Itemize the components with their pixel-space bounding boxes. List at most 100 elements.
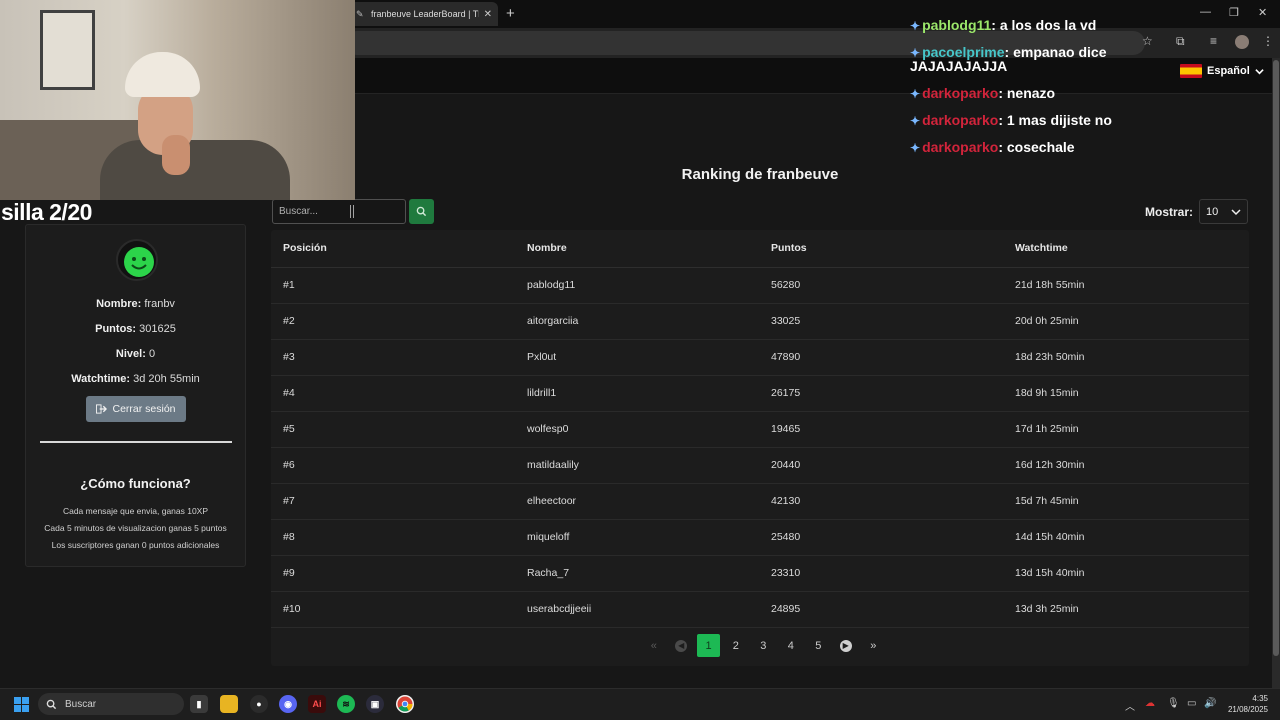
taskbar-search[interactable]: Buscar xyxy=(38,693,184,715)
previous-page-icon: ◀ xyxy=(675,639,688,652)
table-row: #8 miqueloff 25480 14d 15h 40min xyxy=(271,519,1249,556)
microphone-icon[interactable]: 🎙 xyxy=(1167,698,1180,709)
page-button-3[interactable]: 3 xyxy=(750,634,778,657)
first-page-icon[interactable]: « xyxy=(640,634,668,657)
points-cell: 20440 xyxy=(759,447,1003,484)
points-cell: 19465 xyxy=(759,411,1003,448)
illustrator-icon[interactable]: Ai xyxy=(308,695,326,713)
name-cell: wolfesp0 xyxy=(515,411,759,448)
chat-text: nenazo xyxy=(1006,85,1056,101)
points-cell: 26175 xyxy=(759,375,1003,412)
watchtime-cell: 21d 18h 55min xyxy=(1003,267,1249,304)
discord-icon[interactable]: ◉ xyxy=(279,695,297,713)
bookmark-star-icon[interactable]: ☆ xyxy=(1142,34,1153,48)
spotify-icon[interactable]: ≋ xyxy=(337,695,355,713)
table-row: #2 aitorgarciia 33025 20d 0h 25min xyxy=(271,303,1249,340)
minimize-icon[interactable]: — xyxy=(1200,6,1211,18)
previous-page-button[interactable]: ◀ xyxy=(668,634,696,657)
media-icon[interactable]: ≡ xyxy=(1210,34,1217,48)
close-window-icon[interactable]: ✕ xyxy=(1258,6,1267,19)
volume-icon[interactable]: 🔊 xyxy=(1204,698,1216,709)
scrollbar-thumb[interactable] xyxy=(1273,60,1279,656)
obs-icon[interactable]: ● xyxy=(250,695,268,713)
chat-text: 1 mas dijiste no xyxy=(1006,112,1112,128)
text-cursor-icon xyxy=(350,205,354,218)
points-cell: 25480 xyxy=(759,519,1003,556)
table-header-row: Posición Nombre Puntos Watchtime xyxy=(271,230,1249,268)
table-row: #4 lildrill1 26175 18d 9h 15min xyxy=(271,375,1249,412)
extensions-icon[interactable]: ⧉ xyxy=(1176,34,1185,49)
column-header: Puntos xyxy=(759,230,1003,268)
name-cell: matildaalily xyxy=(515,447,759,484)
language-selector[interactable]: Español xyxy=(1180,64,1264,78)
stream-chat-overlay: ✦ pablodg11: a los dos la vd ✦ pacoelprime:… xyxy=(910,12,1140,161)
watchtime-cell: 17d 1h 25min xyxy=(1003,411,1249,448)
stream-overlay-label: silla 2/20 xyxy=(1,199,92,225)
name-cell: lildrill1 xyxy=(515,375,759,412)
file-explorer-icon[interactable] xyxy=(220,695,238,713)
profile-avatar-icon[interactable] xyxy=(1235,35,1249,49)
sign-out-icon xyxy=(96,404,108,414)
search-icon xyxy=(416,206,427,217)
position-cell: #2 xyxy=(271,303,515,340)
tray-app-icon[interactable]: ☁ xyxy=(1145,698,1155,709)
windows-start-icon[interactable] xyxy=(14,697,29,712)
points-value: 301625 xyxy=(139,323,176,335)
position-cell: #10 xyxy=(271,591,515,628)
chat-badge-icon: ✦ xyxy=(910,87,921,101)
position-cell: #7 xyxy=(271,483,515,520)
table-row: #3 Pxl0ut 47890 18d 23h 50min xyxy=(271,339,1249,376)
name-cell: Pxl0ut xyxy=(515,339,759,376)
watchtime-cell: 16d 12h 30min xyxy=(1003,447,1249,484)
chat-username: pablodg11 xyxy=(922,17,992,33)
chrome-logo-icon xyxy=(397,696,413,712)
watchtime-cell: 18d 9h 15min xyxy=(1003,375,1249,412)
search-icon xyxy=(46,699,57,709)
table-row: #6 matildaalily 20440 16d 12h 30min xyxy=(271,447,1249,484)
task-view-icon[interactable]: ▮ xyxy=(190,695,208,713)
new-tab-button[interactable]: + xyxy=(506,5,515,22)
points-cell: 56280 xyxy=(759,267,1003,304)
next-page-button[interactable]: ▶ xyxy=(832,634,860,657)
close-tab-icon[interactable]: ✕ xyxy=(484,9,492,20)
chevron-down-icon xyxy=(1255,68,1264,74)
page-button-1[interactable]: 1 xyxy=(697,634,720,657)
table-row: #10 userabcdjjeeii 24895 13d 3h 25min xyxy=(271,591,1249,628)
profile-watchtime: Watchtime: 3d 20h 55min xyxy=(25,373,246,385)
clock-date: 21/08/2025 xyxy=(1227,705,1268,714)
search-input[interactable] xyxy=(272,199,406,224)
page-title: Ranking de franbeuve xyxy=(681,166,839,183)
tray-expand-icon[interactable]: ︿ xyxy=(1125,698,1135,713)
page-button-5[interactable]: 5 xyxy=(805,634,833,657)
language-label: Español xyxy=(1207,65,1250,77)
last-page-icon[interactable]: » xyxy=(860,634,888,657)
browser-tab[interactable]: ✎ franbeuve LeaderBoard | The b... ✕ xyxy=(350,2,498,26)
chat-separator: : xyxy=(998,139,1007,155)
streamer-body xyxy=(100,140,290,200)
chat-message: ✦ pablodg11: a los dos la vd xyxy=(910,12,1140,39)
watchtime-label: Watchtime: xyxy=(71,373,131,385)
watchtime-cell: 15d 7h 45min xyxy=(1003,483,1249,520)
show-count-select[interactable]: 10 xyxy=(1199,199,1248,224)
display-icon[interactable]: ▭ xyxy=(1187,698,1196,709)
taskbar-clock[interactable]: 4:35 21/08/2025 xyxy=(1222,693,1268,715)
chat-message: ✦ darkoparko: 1 mas dijiste no xyxy=(910,107,1140,134)
name-cell: miqueloff xyxy=(515,519,759,556)
chat-separator: : xyxy=(998,85,1007,101)
maximize-icon[interactable]: ❐ xyxy=(1229,6,1239,19)
chat-separator: : xyxy=(991,17,1000,33)
page-button-4[interactable]: 4 xyxy=(777,634,805,657)
points-cell: 33025 xyxy=(759,303,1003,340)
chrome-icon[interactable] xyxy=(396,695,414,713)
page-button-2[interactable]: 2 xyxy=(722,634,750,657)
search-button[interactable] xyxy=(409,199,434,224)
show-label: Mostrar: xyxy=(1145,205,1194,219)
next-page-icon: ▶ xyxy=(839,639,852,652)
profile-points: Puntos: 301625 xyxy=(25,323,246,335)
logout-button[interactable]: Cerrar sesión xyxy=(86,396,186,422)
menu-dots-icon[interactable]: ⋮ xyxy=(1262,34,1274,48)
app-icon[interactable]: ▣ xyxy=(366,695,384,713)
table-row: #5 wolfesp0 19465 17d 1h 25min xyxy=(271,411,1249,448)
rule-item: Cada mensaje que envia, ganas 10XP xyxy=(62,506,209,516)
position-cell: #6 xyxy=(271,447,515,484)
